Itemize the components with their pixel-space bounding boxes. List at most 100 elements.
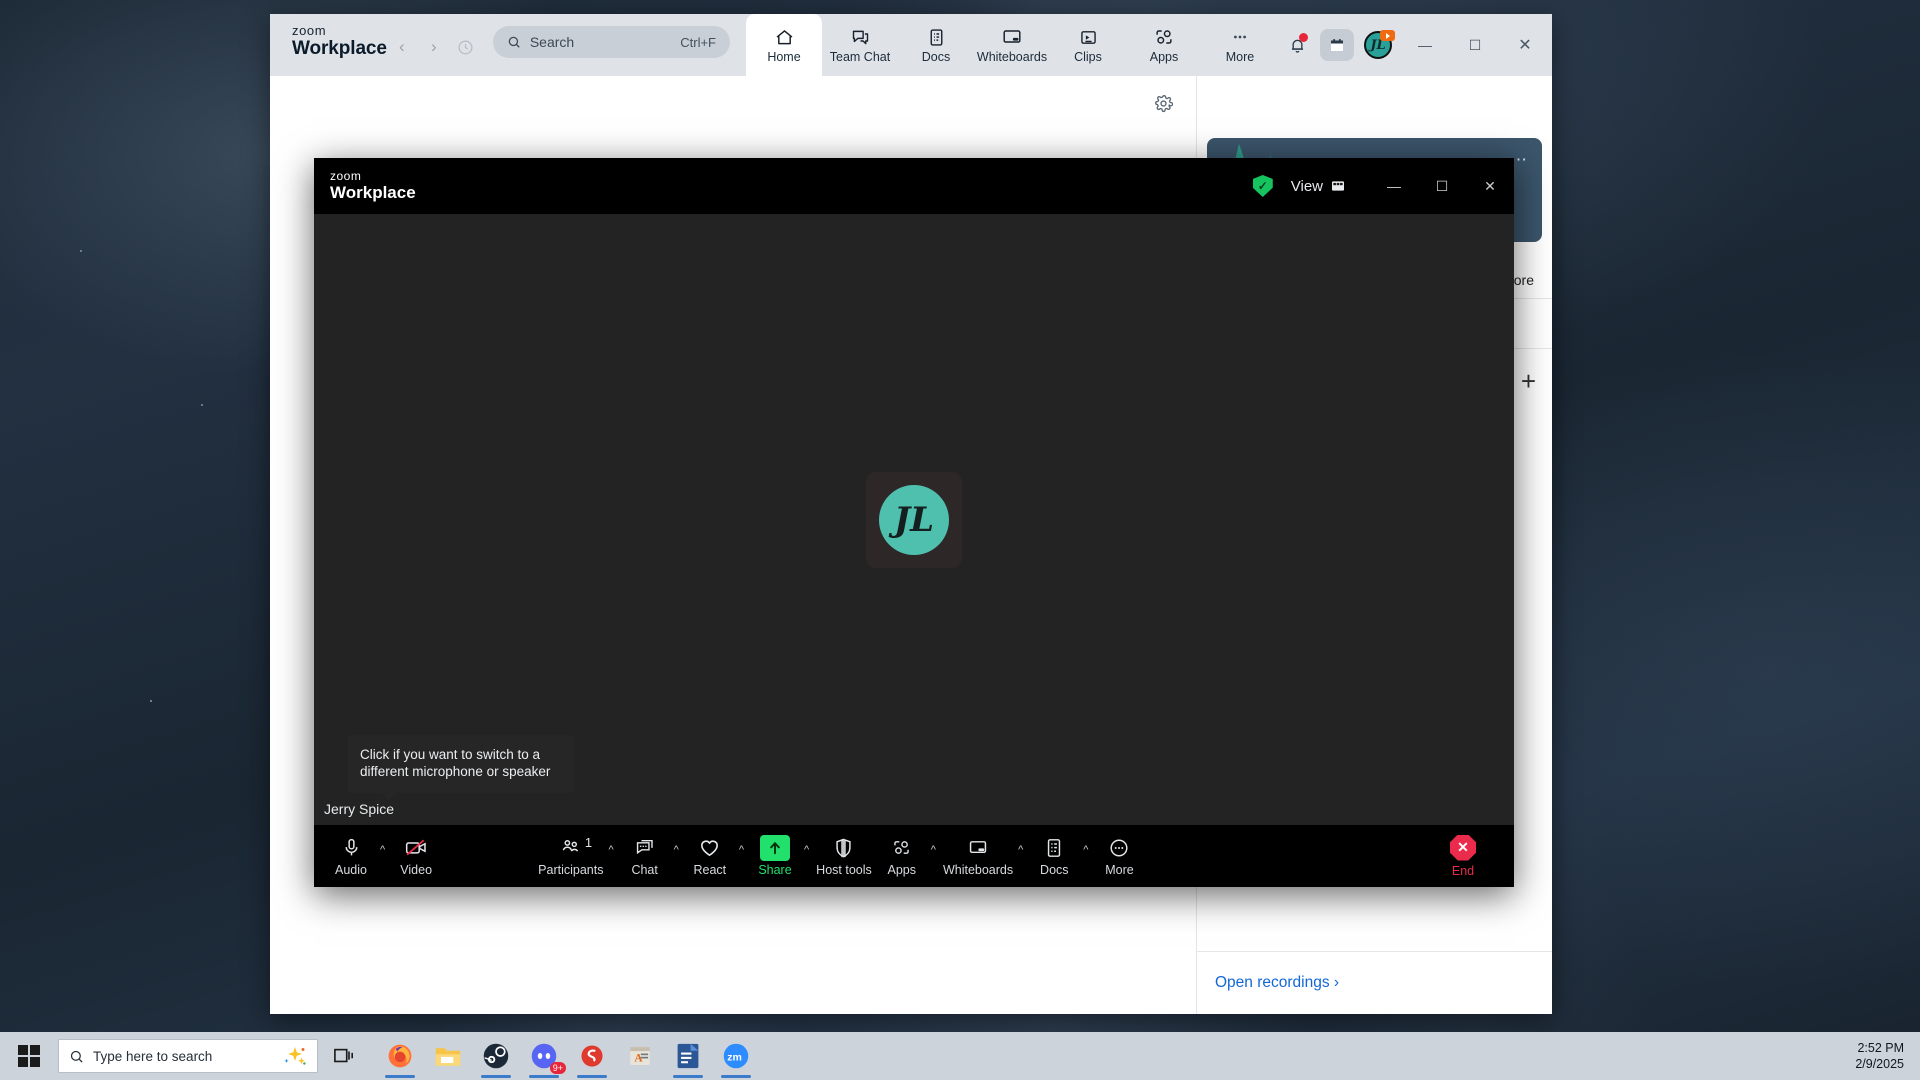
document-icon [926, 26, 947, 48]
taskbar-clock-date: 2/9/2025 [1855, 1056, 1904, 1072]
tab-apps[interactable]: Apps [1126, 14, 1202, 76]
back-button[interactable]: ‹ [387, 32, 417, 62]
taskbar-search-input[interactable]: Type here to search [58, 1039, 318, 1073]
more-control-group: More [1092, 829, 1146, 883]
shield-check-icon[interactable]: ✓ [1253, 175, 1273, 197]
open-recordings-label: Open recordings [1215, 974, 1330, 991]
search-input[interactable]: Search Ctrl+F [493, 26, 730, 58]
apps-control-group: Apps ^ [875, 829, 940, 883]
video-control-group: Video [389, 829, 443, 883]
task-view-button[interactable] [318, 1032, 370, 1080]
add-button[interactable]: + [1521, 366, 1536, 397]
tab-more-label: More [1226, 50, 1254, 64]
tab-more[interactable]: More [1202, 14, 1278, 76]
tab-clips-label: Clips [1074, 50, 1102, 64]
tab-docs[interactable]: Docs [898, 14, 974, 76]
nav-arrows: ‹ › [387, 14, 481, 76]
taskbar-app-dictionary[interactable]: A [616, 1032, 664, 1080]
docs-caret-icon[interactable]: ^ [1081, 844, 1092, 868]
taskbar-app-word[interactable] [664, 1032, 712, 1080]
audio-caret-icon[interactable]: ^ [378, 844, 389, 868]
microphone-icon [341, 836, 362, 860]
app-running-indicator [529, 1075, 559, 1078]
workplace-titlebar: zoom Workplace ‹ › Search Ctrl+F [270, 14, 1552, 76]
taskbar-app-file-explorer[interactable] [424, 1032, 472, 1080]
search-icon [69, 1049, 84, 1064]
meeting-close-button[interactable]: ✕ [1466, 158, 1514, 214]
tab-clips[interactable]: Clips [1050, 14, 1126, 76]
taskbar-app-firefox[interactable] [376, 1032, 424, 1080]
meeting-minimize-button[interactable]: — [1370, 158, 1418, 214]
tab-team-chat[interactable]: Team Chat [822, 14, 898, 76]
taskbar-clock[interactable]: 2:52 PM 2/9/2025 [1855, 1040, 1920, 1072]
tab-whiteboards[interactable]: Whiteboards [974, 14, 1050, 76]
meeting-video-stage: JL Jerry Spice Click if you want to swit… [314, 214, 1514, 825]
whiteboards-caret-icon[interactable]: ^ [1016, 844, 1027, 868]
word-icon [675, 1042, 701, 1070]
search-icon [507, 35, 521, 49]
whiteboard-icon [1001, 26, 1023, 48]
history-icon[interactable] [451, 32, 481, 62]
react-caret-icon[interactable]: ^ [737, 844, 748, 868]
react-control-group: React ^ [683, 829, 748, 883]
share-caret-icon[interactable]: ^ [802, 844, 813, 868]
forward-button[interactable]: › [419, 32, 449, 62]
chat-icon [634, 836, 656, 860]
view-button[interactable]: View [1291, 178, 1346, 195]
document-icon [1044, 836, 1064, 860]
participants-button[interactable]: 1 Participants [535, 829, 606, 883]
docs-button[interactable]: Docs [1027, 829, 1081, 883]
chat-control-group: Chat ^ [618, 829, 683, 883]
taskbar-app-steam[interactable] [472, 1032, 520, 1080]
apps-caret-icon[interactable]: ^ [929, 844, 940, 868]
brand-zoom: zoom [292, 24, 387, 38]
apps-button[interactable]: Apps [875, 829, 929, 883]
participant-tile[interactable]: JL [866, 472, 962, 568]
file-explorer-icon [434, 1043, 462, 1069]
copilot-sparkle-icon[interactable] [281, 1044, 307, 1073]
brand-workplace: Workplace [292, 38, 387, 60]
video-button[interactable]: Video [389, 829, 443, 883]
windows-taskbar: Type here to search [0, 1032, 1920, 1080]
taskbar-app-remote-desktop[interactable] [568, 1032, 616, 1080]
windows-start-icon [18, 1045, 40, 1067]
taskbar-app-zoom[interactable]: zm [712, 1032, 760, 1080]
participants-caret-icon[interactable]: ^ [606, 844, 617, 868]
host-tools-control-group: Host tools [813, 829, 875, 883]
participant-avatar: JL [879, 485, 949, 555]
host-tools-button[interactable]: Host tools [813, 829, 875, 883]
view-label: View [1291, 178, 1323, 195]
chat-caret-icon[interactable]: ^ [672, 844, 683, 868]
react-button[interactable]: React [683, 829, 737, 883]
whiteboards-label: Whiteboards [943, 863, 1013, 877]
camera-off-icon [404, 836, 429, 860]
taskbar-app-discord[interactable]: 9+ [520, 1032, 568, 1080]
calendar-button[interactable] [1320, 29, 1354, 61]
share-button[interactable]: Share [748, 829, 802, 883]
tab-home[interactable]: Home [746, 14, 822, 76]
maximize-button[interactable]: ☐ [1452, 23, 1498, 67]
meeting-maximize-button[interactable]: ☐ [1418, 158, 1466, 214]
notifications-button[interactable] [1278, 26, 1316, 64]
more-button[interactable]: More [1092, 829, 1146, 883]
settings-gear-icon[interactable] [1148, 88, 1178, 118]
meeting-brand-workplace: Workplace [330, 183, 416, 203]
end-meeting-button[interactable]: ✕ End [1450, 835, 1476, 878]
audio-button[interactable]: Audio [324, 829, 378, 883]
end-label: End [1452, 864, 1474, 878]
home-icon [774, 26, 795, 48]
close-button[interactable]: ✕ [1502, 23, 1548, 67]
open-recordings-link[interactable]: Open recordings › [1215, 974, 1339, 992]
profile-button[interactable]: JL [1358, 26, 1398, 64]
steam-icon [482, 1042, 510, 1070]
more-circle-icon [1108, 836, 1130, 860]
start-button[interactable] [0, 1032, 58, 1080]
meeting-toolbar: Audio ^ Video [314, 825, 1514, 887]
minimize-button[interactable]: — [1402, 23, 1448, 67]
sidebar-divider-3 [1197, 951, 1552, 952]
ellipsis-icon [1229, 26, 1251, 48]
chat-button[interactable]: Chat [618, 829, 672, 883]
whiteboards-button[interactable]: Whiteboards [940, 829, 1016, 883]
participants-label: Participants [538, 863, 603, 877]
dictionary-icon: A [627, 1043, 653, 1069]
